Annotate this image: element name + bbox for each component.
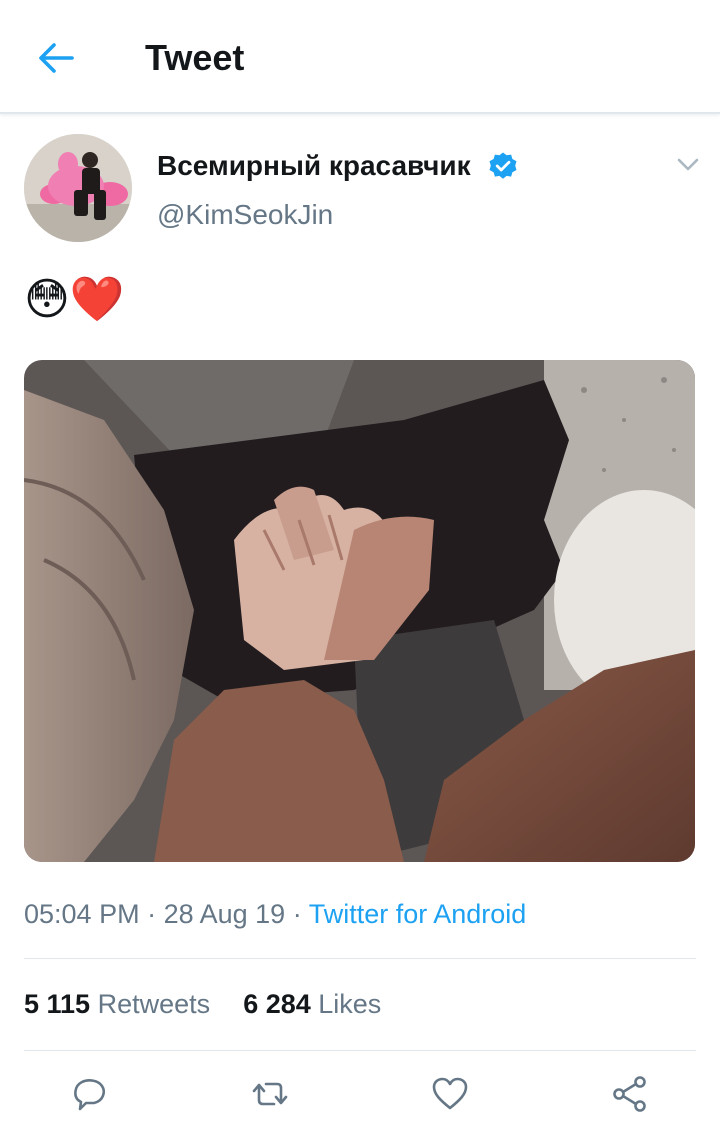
- divider: [24, 958, 696, 959]
- retweet-label: Retweets: [97, 989, 211, 1019]
- like-icon: [432, 1077, 468, 1110]
- retweet-button[interactable]: [250, 1074, 290, 1114]
- reply-icon: [74, 1079, 106, 1111]
- meta-separator: ·: [285, 899, 309, 929]
- like-button[interactable]: [430, 1074, 470, 1114]
- page-title: Tweet: [145, 37, 245, 78]
- avatar[interactable]: [24, 134, 132, 242]
- meta-separator: ·: [139, 899, 164, 929]
- likes-stat[interactable]: 6 284 Likes: [243, 989, 381, 1019]
- share-icon: [613, 1076, 646, 1112]
- back-button[interactable]: [34, 38, 78, 78]
- retweet-icon: [252, 1082, 288, 1106]
- tweet-text: 😳❤️: [24, 275, 125, 324]
- reply-button[interactable]: [70, 1074, 110, 1114]
- tweet-time: 05:04 PM: [24, 899, 140, 929]
- tweet-detail-screen: Tweet Всемирный красавчик @KimSeokJin 😳❤…: [0, 0, 720, 1148]
- tweet-date: 28 Aug 19: [163, 899, 286, 929]
- author-name[interactable]: Всемирный красавчик: [157, 150, 471, 182]
- like-label: Likes: [318, 989, 382, 1019]
- tweet-stats: 5 115 Retweets 6 284 Likes: [24, 986, 381, 1022]
- top-app-bar: Tweet: [0, 0, 720, 114]
- tweet-meta: 05:04 PM · 28 Aug 19 · Twitter for Andro…: [24, 896, 526, 932]
- like-count: 6 284: [243, 989, 311, 1019]
- divider: [24, 1050, 696, 1051]
- share-button[interactable]: [610, 1074, 650, 1114]
- back-arrow-icon: [39, 43, 74, 73]
- author-handle[interactable]: @KimSeokJin: [157, 198, 333, 232]
- avatar-image: [24, 134, 132, 242]
- retweets-stat[interactable]: 5 115 Retweets: [24, 989, 210, 1019]
- tweet-source-link[interactable]: Twitter for Android: [309, 899, 527, 929]
- chevron-down-icon[interactable]: [674, 152, 702, 176]
- retweet-count: 5 115: [24, 989, 91, 1019]
- tweet-media-image[interactable]: [24, 360, 695, 862]
- verified-badge-icon: [489, 152, 517, 179]
